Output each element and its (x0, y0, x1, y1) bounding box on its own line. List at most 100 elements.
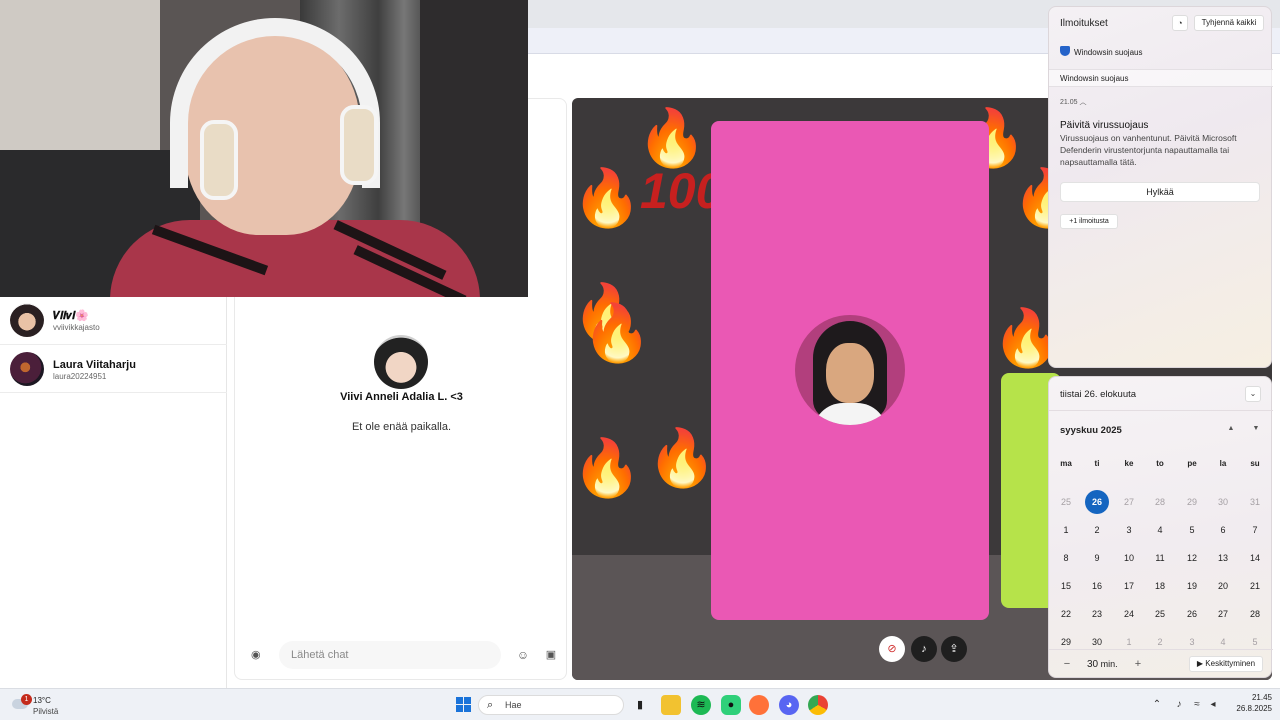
chat-contact-name: Viivi Anneli Adalia L. <3 (340, 391, 463, 403)
calendar-day[interactable]: 15 (1053, 575, 1079, 597)
calendar-day[interactable]: 1 (1053, 519, 1079, 541)
volume-icon[interactable]: ◂ (1206, 695, 1220, 715)
share-screen-icon[interactable]: ⇪ (941, 636, 967, 662)
firefox-icon[interactable] (749, 695, 769, 715)
contact-avatar[interactable] (374, 335, 428, 389)
more-notifications-button[interactable]: +1 ilmoitusta (1060, 214, 1118, 229)
emoji-icon[interactable]: ☺ (515, 647, 531, 663)
avatar (10, 303, 44, 337)
screen: 𝑽𝒊𝒊𝒗𝒊🌸 vviivikkajasto Laura Viitaharju l… (0, 0, 1280, 720)
focus-increase-button[interactable]: + (1131, 657, 1145, 671)
calendar-day[interactable]: 16 (1084, 575, 1110, 597)
calendar-day[interactable]: 20 (1210, 575, 1236, 597)
taskbar: 1 13°C Pilvistä ⌕ Hae ▮ ≋ ● ◕ ⌃ ♪ ≈ ◂ 21… (0, 688, 1280, 720)
fire-emoji-icon: 🔥 (647, 426, 717, 489)
microphone-icon[interactable]: ♪ (911, 636, 937, 662)
calendar-day[interactable]: 2 (1084, 519, 1110, 541)
chat-list-item[interactable]: 𝑽𝒊𝒊𝒗𝒊🌸 vviivikkajasto (0, 297, 227, 345)
calendar-weekday: su (1250, 459, 1260, 468)
notification-center: Ilmoitukset ◔ Tyhjennä kaikki Windowsin … (1048, 6, 1273, 368)
chrome-icon[interactable] (808, 695, 828, 715)
calendar-day[interactable]: 9 (1084, 547, 1110, 569)
calendar-weekday: ke (1124, 459, 1134, 468)
calendar-day[interactable]: 27 (1210, 603, 1236, 625)
calendar-day[interactable]: 24 (1116, 603, 1142, 625)
sticker-icon[interactable]: ▣ (543, 647, 559, 663)
dismiss-button[interactable]: Hylkää (1060, 182, 1260, 202)
clock-time: 21.45 (1251, 693, 1272, 702)
notification-group-header[interactable]: Windowsin suojaus (1049, 69, 1273, 87)
clock-date: 26.8.2025 (1236, 704, 1272, 713)
calendar-day[interactable]: 23 (1084, 603, 1110, 625)
chat-input[interactable] (279, 641, 501, 669)
camera-off-icon[interactable]: ⊘ (879, 636, 905, 662)
contact-name: 𝑽𝒊𝒊𝒗𝒊🌸 (53, 310, 89, 322)
weather-temperature: 13°C (33, 696, 51, 705)
task-view-icon[interactable]: ▮ (630, 695, 650, 715)
calendar-day[interactable]: 25 (1053, 491, 1079, 513)
chevron-down-icon[interactable]: ⌄ (1245, 386, 1261, 402)
calendar-weekday: ma (1060, 459, 1072, 468)
calendar-day[interactable]: 27 (1116, 491, 1142, 513)
calendar-day[interactable]: 6 (1210, 519, 1236, 541)
calendar-day[interactable]: 5 (1179, 519, 1205, 541)
search-label: Hae (505, 700, 522, 710)
calendar-weekday: ti (1094, 459, 1100, 468)
taskbar-clock[interactable]: 21.45 26.8.2025 (1228, 693, 1272, 713)
calendar-day[interactable]: 22 (1053, 603, 1079, 625)
focus-decrease-button[interactable]: − (1060, 657, 1074, 671)
clear-all-button[interactable]: Tyhjennä kaikki (1194, 15, 1264, 31)
calendar-day[interactable]: 28 (1147, 491, 1173, 513)
calendar-day[interactable]: 28 (1242, 603, 1268, 625)
calendar-day[interactable]: 18 (1147, 575, 1173, 597)
calendar-day[interactable]: 4 (1147, 519, 1173, 541)
discord-icon[interactable]: ◕ (779, 695, 799, 715)
search-icon: ⌕ (487, 699, 494, 711)
chat-list-item[interactable]: Laura Viitaharju laura20224951 (0, 345, 227, 393)
system-tray: ⌃ ♪ ≈ ◂ (1150, 695, 1230, 715)
chat-list: 𝑽𝒊𝒊𝒗𝒊🌸 vviivikkajasto Laura Viitaharju l… (0, 297, 227, 688)
focus-start-button[interactable]: ▶ Keskittyminen (1189, 656, 1263, 672)
next-month-icon[interactable]: ▼ (1250, 423, 1262, 435)
notification-body[interactable]: Virussuojaus on vanhentunut. Päivitä Mic… (1060, 132, 1265, 168)
taskbar-search[interactable]: ⌕ Hae (478, 695, 624, 715)
calendar-month-label[interactable]: syyskuu 2025 (1060, 425, 1122, 436)
focus-duration: 30 min. (1087, 659, 1118, 670)
calendar-day[interactable]: 19 (1179, 575, 1205, 597)
calendar-day[interactable]: 21 (1242, 575, 1268, 597)
webcam-overlay (0, 0, 528, 297)
microphone-icon[interactable]: ♪ (1172, 695, 1186, 715)
calendar-day[interactable]: 8 (1053, 547, 1079, 569)
notification-heading[interactable]: Päivitä virussuojaus (1060, 120, 1148, 131)
previous-month-icon[interactable]: ▲ (1225, 423, 1237, 435)
calendar-day[interactable]: 13 (1210, 547, 1236, 569)
calendar-day[interactable]: 31 (1242, 491, 1268, 513)
participant-avatar (795, 315, 905, 425)
chat-app-icon[interactable]: ● (721, 695, 741, 715)
calendar-day[interactable]: 11 (1147, 547, 1173, 569)
calendar-day[interactable]: 30 (1210, 491, 1236, 513)
windows-start-icon[interactable] (454, 695, 474, 715)
calendar-day[interactable]: 10 (1116, 547, 1142, 569)
camera-icon[interactable]: ◉ (251, 649, 265, 661)
calendar-today[interactable]: 26 (1085, 490, 1109, 514)
calendar-day[interactable]: 29 (1179, 491, 1205, 513)
calendar-day[interactable]: 14 (1242, 547, 1268, 569)
calendar-weekday: to (1156, 459, 1164, 468)
file-explorer-icon[interactable] (661, 695, 681, 715)
calendar-day[interactable]: 12 (1179, 547, 1205, 569)
notification-app-name: Windowsin suojaus (1074, 48, 1143, 57)
do-not-disturb-icon[interactable]: ◔ (1172, 15, 1188, 31)
weather-widget[interactable]: 1 13°C Pilvistä (12, 694, 72, 718)
avatar (10, 352, 44, 386)
calendar-day[interactable]: 3 (1116, 519, 1142, 541)
calendar-day[interactable]: 7 (1242, 519, 1268, 541)
calendar-day[interactable]: 26 (1179, 603, 1205, 625)
wifi-icon[interactable]: ≈ (1190, 695, 1204, 715)
chevron-up-icon[interactable]: ⌃ (1150, 695, 1164, 715)
calendar-day[interactable]: 17 (1116, 575, 1142, 597)
calendar-day[interactable]: 25 (1147, 603, 1173, 625)
notification-time[interactable]: 21.05 ︿ (1060, 97, 1086, 107)
spotify-icon[interactable]: ≋ (691, 695, 711, 715)
fire-emoji-icon: 🔥 (992, 306, 1062, 369)
